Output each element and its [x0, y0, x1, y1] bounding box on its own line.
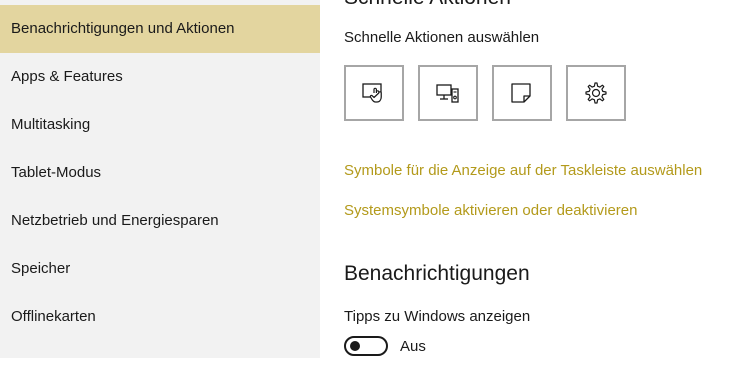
quick-action-tile-settings[interactable]	[566, 65, 626, 121]
tablet-mode-icon	[362, 83, 382, 103]
settings-window: Benachrichtigungen und Aktionen Apps & F…	[0, 0, 729, 385]
sidebar-item-apps-features[interactable]: Apps & Features	[0, 53, 320, 101]
sidebar: Benachrichtigungen und Aktionen Apps & F…	[0, 0, 320, 358]
sidebar-item-label: Offlinekarten	[11, 308, 96, 325]
sidebar-item-notifications-actions[interactable]: Benachrichtigungen und Aktionen	[0, 5, 320, 53]
sidebar-item-storage[interactable]: Speicher	[0, 245, 320, 293]
sidebar-item-offline-maps[interactable]: Offlinekarten	[0, 293, 320, 341]
note-icon	[511, 83, 531, 103]
tips-toggle[interactable]	[344, 336, 388, 356]
toggle-knob	[350, 341, 360, 351]
sidebar-item-label: Tablet-Modus	[11, 164, 102, 181]
quick-actions-heading: Schnelle Aktionen	[344, 0, 511, 10]
sidebar-item-tablet-mode[interactable]: Tablet-Modus	[0, 149, 320, 197]
system-icons-link[interactable]: Systemsymbole aktivieren oder deaktivier…	[344, 202, 637, 220]
notifications-heading: Benachrichtigungen	[344, 262, 530, 285]
toggle-state-label: Aus	[400, 338, 426, 355]
sidebar-item-power-sleep[interactable]: Netzbetrieb und Energiesparen	[0, 197, 320, 245]
quick-action-tile-note[interactable]	[492, 65, 552, 121]
quick-action-tile-project[interactable]	[418, 65, 478, 121]
quick-actions-label: Schnelle Aktionen auswählen	[344, 29, 540, 46]
sidebar-item-label: Multitasking	[11, 116, 91, 133]
sidebar-item-label: Benachrichtigungen und Aktionen	[11, 20, 235, 37]
sidebar-item-label: Speicher	[11, 260, 71, 277]
taskbar-icons-link[interactable]: Symbole für die Anzeige auf der Taskleis…	[344, 162, 702, 180]
project-icon	[436, 84, 459, 103]
quick-action-tile-tablet-mode[interactable]	[344, 65, 404, 121]
settings-gear-icon	[585, 82, 607, 104]
tips-label: Tipps zu Windows anzeigen	[344, 308, 531, 325]
sidebar-item-label: Apps & Features	[11, 68, 123, 85]
main-content: Schnelle Aktionen Schnelle Aktionen ausw…	[344, 0, 729, 385]
sidebar-item-multitasking[interactable]: Multitasking	[0, 101, 320, 149]
sidebar-item-label: Netzbetrieb und Energiesparen	[11, 212, 219, 229]
